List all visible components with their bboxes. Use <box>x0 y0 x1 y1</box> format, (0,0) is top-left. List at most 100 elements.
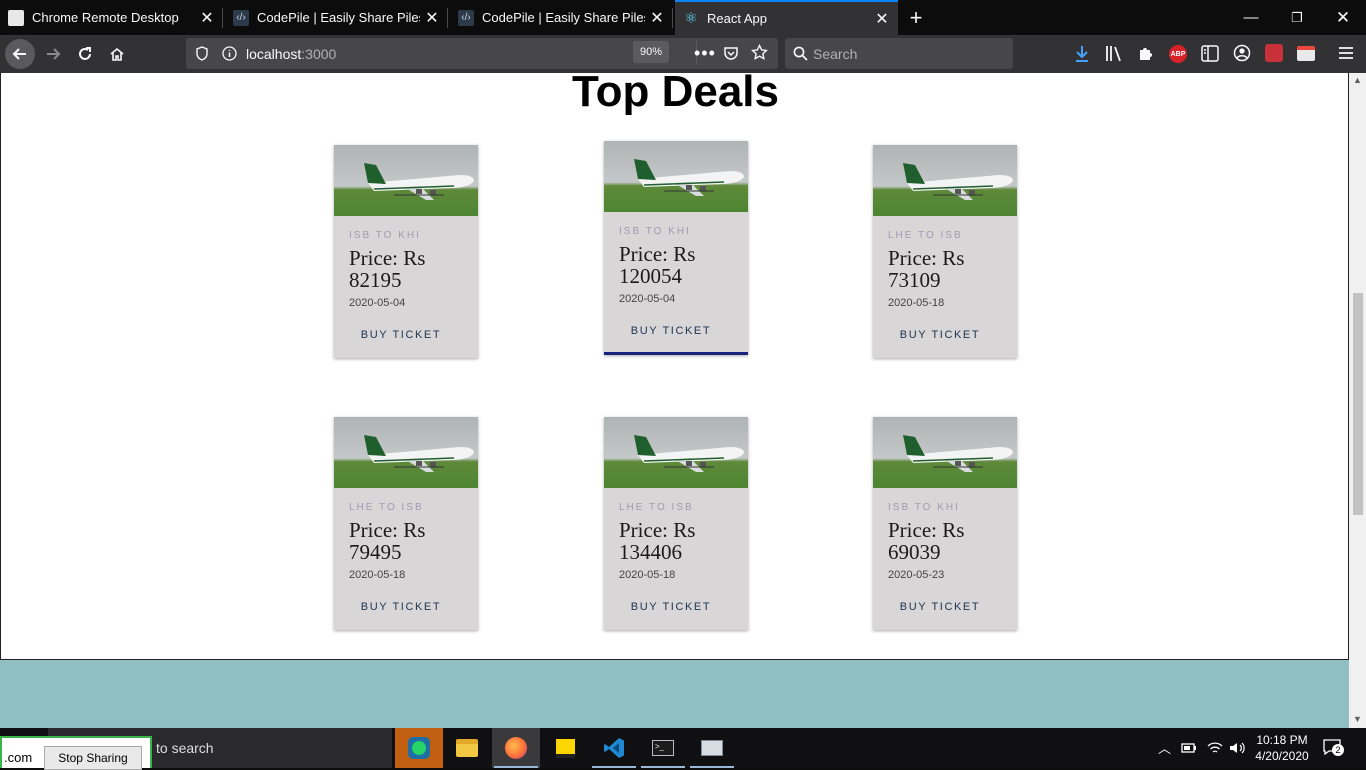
deal-price: Price: Rs 73109 <box>888 246 965 292</box>
buy-ticket-button[interactable]: BUY TICKET <box>873 329 1007 341</box>
deal-price: Price: Rs 134406 <box>619 518 696 564</box>
taskbar-firefox[interactable] <box>492 728 540 768</box>
downloads-icon[interactable] <box>1074 45 1090 63</box>
extension-window-icon[interactable] <box>1297 46 1315 61</box>
deal-card: ISB TO KHI Price: Rs 120054 2020-05-04 BUY … <box>604 141 748 355</box>
tab-react-app[interactable]: ⚛ React App ✕ <box>675 0 898 35</box>
url-host: localhost <box>246 46 302 62</box>
extension-red-icon[interactable] <box>1265 44 1283 62</box>
system-clock[interactable]: 10:18 PM 4/20/2020 <box>1254 732 1310 764</box>
stop-sharing-button[interactable]: Stop Sharing <box>44 746 142 770</box>
deal-route: LHE TO ISB <box>888 230 963 241</box>
adblock-plus-icon[interactable]: ABP <box>1169 45 1187 63</box>
close-window-button[interactable]: ✕ <box>1320 0 1366 35</box>
deal-route: ISB TO KHI <box>349 230 421 241</box>
reload-button[interactable] <box>70 39 100 69</box>
airplane-image <box>334 145 478 216</box>
new-tab-button[interactable]: + <box>900 0 932 35</box>
battery-icon[interactable] <box>1181 742 1197 754</box>
deal-card: ISB TO KHI Price: Rs 69039 2020-05-23 BUY T… <box>873 417 1017 630</box>
forward-button[interactable] <box>38 39 68 69</box>
restore-button[interactable]: ❐ <box>1274 0 1320 35</box>
buy-ticket-button[interactable]: BUY TICKET <box>604 325 738 337</box>
notification-count: 2 <box>1332 744 1344 756</box>
page-title: Top Deals <box>571 67 779 116</box>
deal-route: LHE TO ISB <box>619 502 694 513</box>
deal-date: 2020-05-18 <box>349 569 406 581</box>
minimize-button[interactable]: — <box>1228 0 1274 35</box>
search-bar[interactable] <box>785 38 1013 69</box>
zoom-indicator[interactable]: 90% <box>633 41 669 63</box>
taskbar-file-explorer[interactable] <box>443 728 491 768</box>
library-icon[interactable] <box>1105 45 1123 62</box>
deal-price: Price: Rs 120054 <box>619 242 696 288</box>
taskbar-whatsapp[interactable] <box>395 728 443 768</box>
close-tab-icon[interactable]: ✕ <box>195 8 219 28</box>
vscode-icon <box>604 738 624 758</box>
page-actions-icon[interactable]: ••• <box>694 43 716 64</box>
tracking-shield-icon[interactable] <box>195 46 209 61</box>
scrollbar-thumb[interactable] <box>1353 293 1363 515</box>
buy-ticket-button[interactable]: BUY TICKET <box>604 601 738 613</box>
airplane-image <box>334 417 478 488</box>
taskbar-vscode[interactable] <box>590 728 638 768</box>
codepile-icon: ‹/› <box>233 9 249 26</box>
buy-ticket-button[interactable]: BUY TICKET <box>334 329 468 341</box>
back-button[interactable] <box>5 39 35 69</box>
hamburger-menu-icon[interactable] <box>1338 46 1354 60</box>
tab-chrome-remote-desktop[interactable]: Chrome Remote Desktop ✕ <box>0 0 223 35</box>
airplane-image <box>604 417 748 488</box>
wifi-icon[interactable] <box>1207 741 1223 755</box>
pocket-icon[interactable] <box>723 45 739 61</box>
tab-title: React App <box>707 11 767 26</box>
search-input[interactable] <box>813 43 1003 64</box>
search-icon <box>793 46 808 61</box>
folder-icon <box>456 739 478 757</box>
codepile-icon: ‹/› <box>458 9 474 26</box>
volume-icon[interactable] <box>1229 741 1245 755</box>
extensions-puzzle-icon[interactable] <box>1137 44 1155 62</box>
close-tab-icon[interactable]: ✕ <box>870 9 894 29</box>
tab-codepile-2[interactable]: ‹/› CodePile | Easily Share Piles of ✕ <box>450 0 673 35</box>
deal-price: Price: Rs 82195 <box>349 246 426 292</box>
taskbar-terminal[interactable]: >_ <box>639 728 687 768</box>
bookmark-star-icon[interactable] <box>751 44 768 61</box>
deal-route: ISB TO KHI <box>619 226 691 237</box>
content-viewport: Top Deals ISB TO KHI Price: Rs 82195 2020-… <box>0 67 1366 728</box>
site-info-icon[interactable] <box>222 46 237 61</box>
account-icon[interactable] <box>1233 44 1251 62</box>
deal-date: 2020-05-23 <box>888 569 945 581</box>
deal-card: LHE TO ISB Price: Rs 79495 2020-05-18 BUY T… <box>334 417 478 630</box>
buy-ticket-button[interactable]: BUY TICKET <box>873 601 1007 613</box>
url-port: :3000 <box>301 46 337 62</box>
share-domain: .com <box>4 750 33 765</box>
tray-overflow-icon[interactable]: ︿ <box>1158 738 1171 757</box>
taskbar-remote-desktop[interactable] <box>688 728 736 768</box>
deal-card: ISB TO KHI Price: Rs 82195 2020-05-04 BUY T… <box>334 145 478 358</box>
react-icon: ⚛ <box>684 9 698 27</box>
tab-title: CodePile | Easily Share Piles of <box>482 10 645 25</box>
terminal-icon: >_ <box>652 740 674 756</box>
deal-date: 2020-05-04 <box>349 297 406 309</box>
deal-route: ISB TO KHI <box>888 502 960 513</box>
tab-title: CodePile | Easily Share Piles of <box>257 10 420 25</box>
deal-price: Price: Rs 69039 <box>888 518 965 564</box>
forward-arrow-icon <box>47 48 61 60</box>
scroll-down-icon[interactable]: ▼ <box>1349 714 1366 724</box>
whatsapp-icon <box>408 737 430 759</box>
taskbar-search-text: to search <box>156 740 214 756</box>
close-tab-icon[interactable]: ✕ <box>645 8 669 28</box>
reader-sidebar-icon[interactable] <box>1201 45 1219 62</box>
vertical-scrollbar[interactable]: ▲ ▼ <box>1349 73 1366 728</box>
home-button[interactable] <box>102 39 132 69</box>
deal-card: LHE TO ISB Price: Rs 134406 2020-05-18 BUY … <box>604 417 748 630</box>
airplane-image <box>873 145 1017 216</box>
tab-codepile-1[interactable]: ‹/› CodePile | Easily Share Piles of ✕ <box>225 0 448 35</box>
buy-ticket-button[interactable]: BUY TICKET <box>334 601 468 613</box>
airplane-image <box>604 141 748 212</box>
taskbar-sticky-notes[interactable] <box>541 728 589 768</box>
scroll-up-icon[interactable]: ▲ <box>1349 75 1366 85</box>
action-center-icon[interactable]: 2 <box>1323 739 1344 757</box>
close-tab-icon[interactable]: ✕ <box>420 8 444 28</box>
address-bar[interactable]: localhost:3000 ••• <box>186 38 778 69</box>
